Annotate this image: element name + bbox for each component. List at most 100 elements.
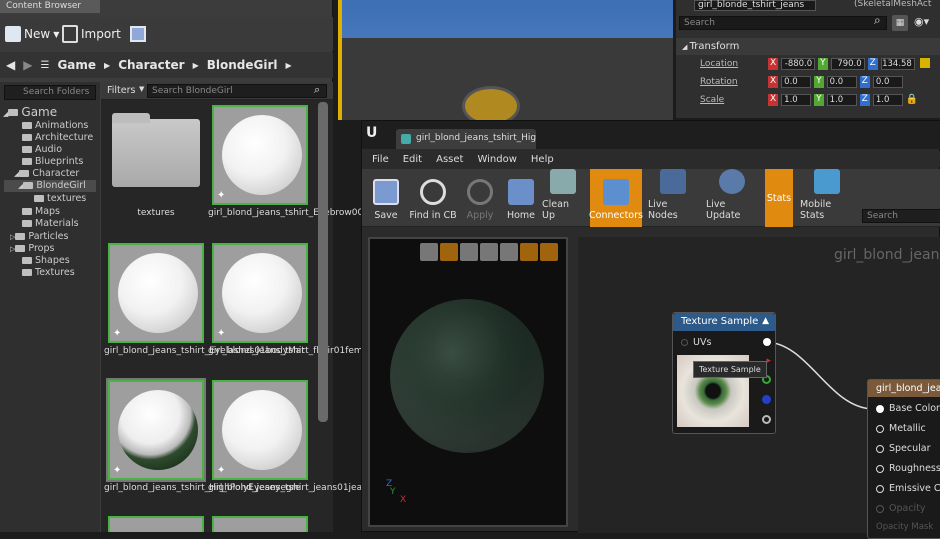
eye-icon[interactable]: ◉▾ [914, 15, 929, 28]
tree-item[interactable]: Blueprints [22, 156, 83, 168]
metallic-pin-row[interactable]: Metallic [876, 423, 926, 434]
menu-asset[interactable]: Asset [436, 154, 463, 165]
reset-location-icon[interactable] [919, 58, 930, 68]
grid-icon[interactable] [520, 243, 538, 261]
asset-tile-material[interactable]: ✦ girl_blond_jeans_tshirt_Eyebrow006eyeb… [208, 105, 407, 218]
cube-icon[interactable] [480, 243, 498, 261]
collapse-arrow-icon[interactable]: ▲ [762, 316, 769, 326]
asset-tile-partial[interactable] [212, 516, 308, 532]
asset-tile-material[interactable]: ✦ girl_blond_jeans_tshirt_fhair01female0… [208, 243, 410, 356]
asset-tile-textures-folder[interactable]: textures [108, 105, 204, 218]
back-arrow-icon[interactable]: ◀ [6, 58, 15, 72]
realtime-icon[interactable] [540, 243, 558, 261]
find-in-cb-button[interactable]: Find in CB [408, 169, 458, 227]
base-color-pin-row[interactable]: Base Color [876, 403, 940, 414]
details-search-input[interactable]: Search [679, 16, 887, 30]
tree-item[interactable]: Animations [22, 120, 88, 132]
stats-button-active[interactable]: Stats [765, 169, 793, 227]
location-x-input[interactable]: -880.0 [781, 58, 816, 70]
content-browser-tab[interactable]: Content Browser [0, 0, 100, 13]
rgb-output-pin-icon[interactable] [763, 338, 771, 346]
apply-disabled-icon [467, 179, 493, 205]
rotation-y-input[interactable]: 0.0 [826, 76, 857, 88]
breadcrumb-blondegirl[interactable]: BlondeGirl [207, 58, 278, 72]
location-label[interactable]: Location [700, 59, 738, 69]
scale-label[interactable]: Scale [700, 95, 724, 105]
r-output-pin-icon[interactable]: ▸ [766, 356, 771, 366]
menu-help[interactable]: Help [531, 154, 554, 165]
menu-window[interactable]: Window [477, 154, 516, 165]
palette-search-input[interactable]: Search [862, 209, 940, 223]
apply-button[interactable]: Apply [462, 169, 498, 227]
asset-scrollbar[interactable] [318, 102, 328, 422]
forward-arrow-icon[interactable]: ▶ [23, 58, 32, 72]
clean-up-button[interactable]: Clean Up [542, 169, 584, 227]
filters-button[interactable]: Filters [107, 85, 135, 96]
scale-z-input[interactable]: 1.0 [872, 94, 903, 106]
rotation-label[interactable]: Rotation [700, 77, 738, 87]
actor-type-label: (SkeletalMeshAct [854, 0, 932, 9]
level-viewport[interactable] [338, 0, 673, 120]
material-preview-viewport[interactable]: Y X Z [368, 237, 568, 527]
tree-item[interactable]: ▷ Particles [10, 231, 68, 243]
mesh-icon[interactable] [500, 243, 518, 261]
texture-sample-node[interactable]: Texture Sample ▲ UVs ▸ Texture Sample [672, 312, 776, 434]
cylinder-icon[interactable] [420, 243, 438, 261]
lock-icon[interactable]: 🔒 [906, 94, 918, 106]
tree-item[interactable]: Architecture [22, 132, 93, 144]
metallic-pin-icon [876, 424, 884, 433]
scale-x-input[interactable]: 1.0 [781, 94, 812, 106]
asset-search-input[interactable]: Search BlondeGirl [147, 84, 327, 98]
rotation-x-input[interactable]: 0.0 [781, 76, 812, 88]
specular-pin-row[interactable]: Specular [876, 443, 931, 454]
menu-edit[interactable]: Edit [403, 154, 422, 165]
property-matrix-icon[interactable]: ▦ [892, 15, 908, 31]
asset-tile-material[interactable]: ✦ girl_blond_jeans_tshirt_Eyelashes01bod… [104, 243, 305, 356]
asset-tile-material-selected[interactable]: ✦ girl_blond_jeans_tshirt_HighPolyEyesey… [104, 380, 301, 493]
material-graph-canvas[interactable]: girl_blond_jeans_ Texture Sample ▲ UVs ▸… [578, 237, 940, 539]
tree-item-blondegirl-selected[interactable]: ◢ BlondeGirl [4, 180, 96, 192]
tree-item-character[interactable]: ◢ Character [14, 168, 79, 180]
emissive-pin-icon [876, 484, 884, 493]
import-button[interactable]: Import [62, 23, 121, 45]
plane-icon[interactable] [460, 243, 478, 261]
connectors-button-active[interactable]: Connectors [589, 169, 643, 227]
material-result-node[interactable]: girl_blond_jean Base Color Metallic Spec… [867, 379, 940, 539]
scale-y-input[interactable]: 1.0 [826, 94, 857, 106]
breadcrumb-character[interactable]: Character [118, 58, 184, 72]
actor-name-field[interactable]: girl_blonde_tshirt_jeans [694, 0, 816, 11]
tree-item[interactable]: Shapes [22, 255, 70, 267]
live-nodes-button[interactable]: Live Nodes [648, 169, 698, 227]
sphere-icon[interactable] [440, 243, 458, 261]
emissive-color-pin-row[interactable]: Emissive Col [876, 483, 940, 494]
save-button[interactable]: Save [368, 169, 404, 227]
mobile-stats-button[interactable]: Mobile Stats [800, 169, 854, 227]
location-z-input[interactable]: 134.58 [880, 58, 915, 70]
tree-item[interactable]: ▷ Props [10, 243, 54, 255]
home-button[interactable]: Home [506, 169, 536, 227]
texture-sample-tooltip: Texture Sample [693, 361, 767, 378]
new-button[interactable]: New ▼ [5, 23, 59, 45]
tree-item[interactable]: Maps [22, 206, 60, 218]
tree-item[interactable]: Materials [22, 218, 79, 230]
transform-section-header[interactable]: ◢ Transform [676, 38, 940, 55]
rotation-z-input[interactable]: 0.0 [872, 76, 903, 88]
tree-toggle-icon[interactable]: ☰ [40, 60, 49, 71]
breadcrumb-game[interactable]: Game [57, 58, 96, 72]
live-update-button[interactable]: Live Update [706, 169, 758, 227]
location-y-input[interactable]: 790.0 [830, 58, 865, 70]
b-output-pin-icon[interactable] [762, 395, 771, 404]
tree-item[interactable]: Audio [22, 144, 62, 156]
a-output-pin-icon[interactable] [762, 415, 771, 424]
tree-item[interactable]: Textures [22, 267, 75, 279]
tree-item[interactable]: textures [34, 193, 86, 205]
material-tab[interactable]: girl_blond_jeans_tshirt_Hig [396, 129, 536, 149]
roughness-pin-row[interactable]: Roughness [876, 463, 940, 474]
uvs-pin-row[interactable]: UVs [681, 337, 711, 348]
menu-file[interactable]: File [372, 154, 389, 165]
tree-item-game[interactable]: ◢ Game [3, 106, 57, 118]
asset-tile-partial[interactable] [108, 516, 204, 532]
folder-search-input[interactable]: Search Folders [4, 85, 96, 100]
save-all-button[interactable] [130, 23, 146, 45]
asset-tile-material[interactable]: ✦ girl_blond_jeans_tshirt_jeans01jeans01… [208, 380, 410, 493]
